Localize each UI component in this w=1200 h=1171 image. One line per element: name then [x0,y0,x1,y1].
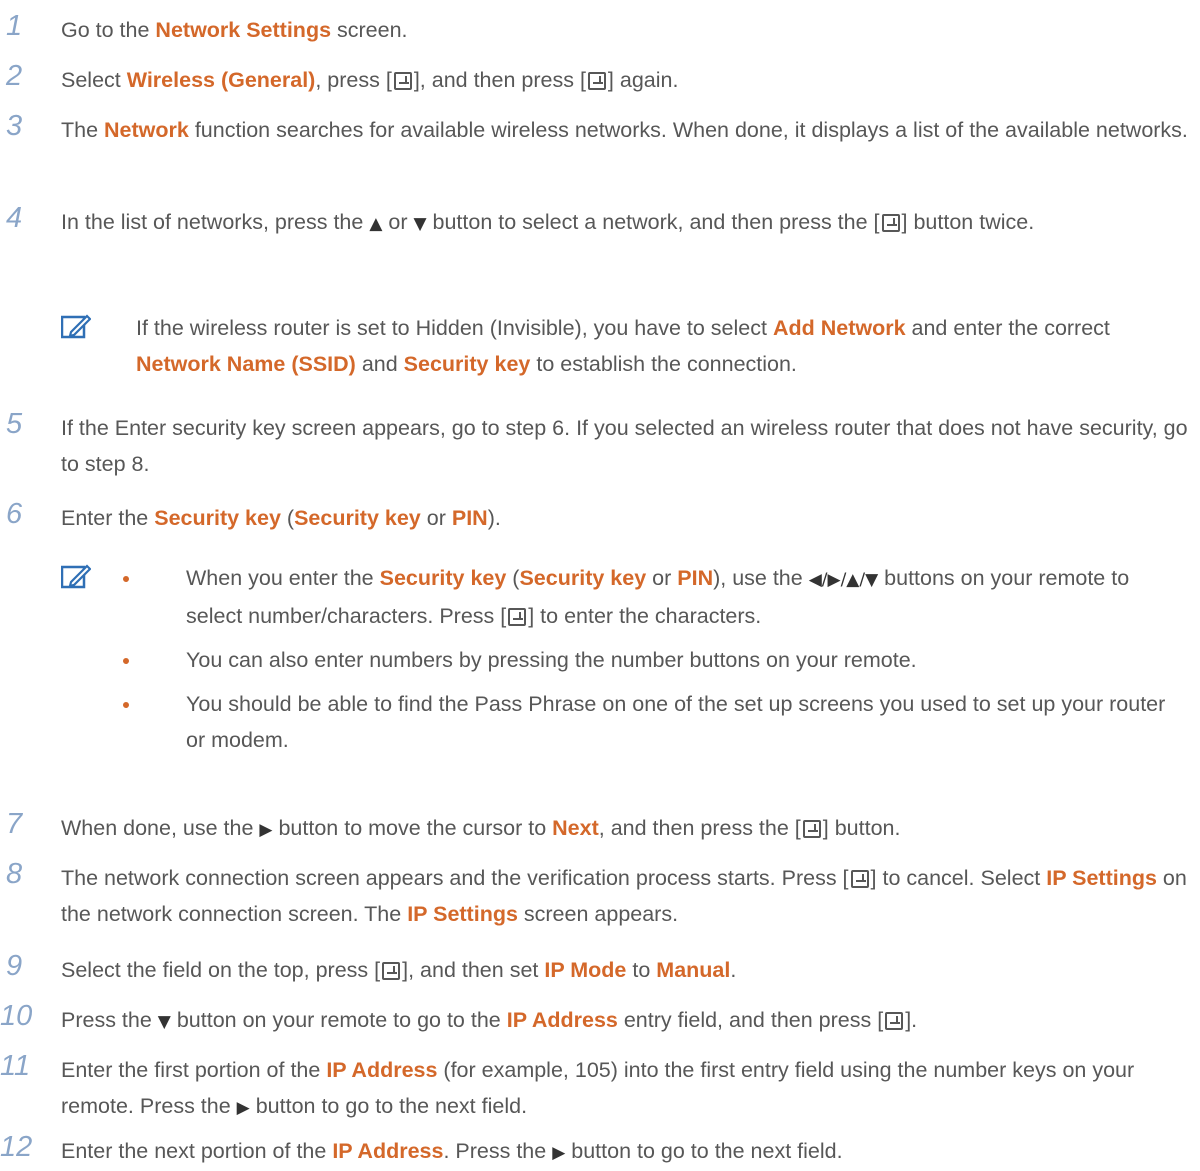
menu-term: PIN [451,506,488,530]
down-arrow-icon: ▼ [413,214,427,234]
step-text: The Network function searches for availa… [61,118,1188,142]
menu-term: Network Name (SSID) [136,352,356,376]
enter-key-icon [850,870,869,888]
step-number: 3 [6,110,23,142]
menu-term: IP Settings [407,902,518,926]
menu-term: Network [104,118,189,142]
step-text: Enter the first portion of the IP Addres… [61,1058,1135,1118]
menu-term: PIN [677,566,714,590]
bullet-icon [123,658,129,664]
menu-term: Security key [294,506,421,530]
step-text: The network connection screen appears an… [61,866,1187,926]
step-number: 6 [6,498,23,530]
enter-key-icon [885,1012,904,1030]
menu-term: Wireless (General) [126,68,316,92]
list-item: When you enter the Security key (Securit… [123,560,1185,634]
menu-term: IP Settings [1046,866,1157,890]
menu-term: Network Settings [155,18,332,42]
step-number: 1 [6,10,23,42]
right-arrow-icon: ▶ [236,1098,250,1118]
step-text: Select the field on the top, press [], a… [61,958,737,982]
step-text: In the list of networks, press the ▲ or … [61,210,1035,234]
step-text: Enter the Security key (Security key or … [61,506,501,530]
bullet-icon [123,702,129,708]
menu-term: IP Address [326,1058,438,1082]
step-number: 9 [6,950,23,982]
menu-term: Security key [403,352,531,376]
menu-term: Security key [379,566,507,590]
step-number: 7 [6,808,23,840]
menu-term: IP Mode [544,958,627,982]
step-text: Select Wireless (General), press [], and… [61,68,679,92]
list-item: You can also enter numbers by pressing t… [123,642,1185,678]
menu-term: Security key [519,566,647,590]
enter-key-icon [587,72,606,90]
menu-term: Manual [656,958,731,982]
enter-key-icon [508,608,527,626]
direction-arrows-icon: ◀/▶/▲/▼ [808,570,879,590]
note-bullet-list: When you enter the Security key (Securit… [123,560,1185,766]
menu-term: IP Address [506,1008,618,1032]
step-number: 4 [6,202,23,234]
step-number: 2 [6,60,23,92]
list-item: You should be able to find the Pass Phra… [123,686,1185,758]
step-number: 12 [0,1131,33,1163]
enter-key-icon [802,820,821,838]
step-text: Enter the next portion of the IP Address… [61,1139,843,1163]
step-text: Go to the Network Settings screen. [61,18,408,42]
step-number: 8 [6,858,23,890]
bullet-icon [123,576,129,582]
step-text: If the Enter security key screen appears… [61,416,1188,476]
menu-term: Next [552,816,599,840]
enter-key-icon [393,72,412,90]
note-text: If the wireless router is set to Hidden … [136,316,1110,376]
menu-term: Add Network [772,316,906,340]
menu-term: Security key [154,506,281,530]
step-number: 10 [0,1000,33,1032]
step-number: 5 [6,408,23,440]
note-pencil-icon [61,314,91,339]
manual-page: 1 Go to the Network Settings screen. 2 S… [0,0,1200,1163]
right-arrow-icon: ▶ [259,820,273,840]
step-text: When done, use the ▶ button to move the … [61,816,901,840]
note-pencil-icon [61,564,91,589]
down-arrow-icon: ▼ [157,1012,171,1032]
step-text: Press the ▼ button on your remote to go … [61,1008,918,1032]
enter-key-icon [382,962,401,980]
up-arrow-icon: ▲ [369,214,383,234]
right-arrow-icon: ▶ [552,1143,566,1163]
menu-term: IP Address [332,1139,444,1163]
enter-key-icon [881,214,900,232]
step-number: 11 [0,1050,31,1082]
